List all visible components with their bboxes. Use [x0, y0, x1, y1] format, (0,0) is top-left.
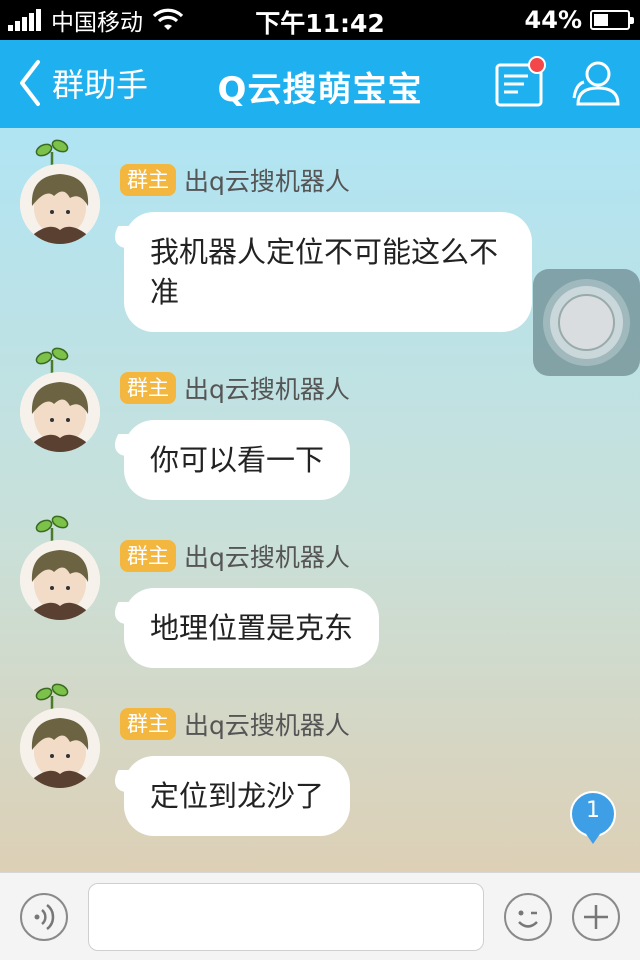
avatar[interactable]: [20, 372, 100, 452]
notification-dot: [528, 56, 546, 74]
emoji-icon: [518, 910, 538, 928]
status-bar: 中国移动 下午11:42 44%: [0, 0, 640, 40]
plus-icon: [584, 905, 608, 929]
unread-count: 1: [586, 798, 600, 823]
sender-name[interactable]: 出q云搜机器人: [184, 538, 350, 574]
status-right: 44%: [524, 6, 634, 34]
avatar-image: [20, 372, 100, 452]
battery-percentage: 44%: [524, 6, 582, 34]
group-members-icon[interactable]: [568, 58, 626, 110]
chat-area[interactable]: 群主 出q云搜机器人 我机器人定位不可能这么不准 群主 出q云搜机器人 你可以看…: [0, 128, 640, 872]
message-meta: 群主 出q云搜机器人: [120, 164, 350, 196]
role-badge: 群主: [120, 540, 176, 572]
message-input[interactable]: [88, 883, 484, 951]
assistive-touch-icon[interactable]: [533, 269, 640, 376]
avatar-image: [20, 164, 100, 244]
avatar-image: [20, 540, 100, 620]
message-meta: 群主 出q云搜机器人: [120, 708, 350, 740]
message-bubble[interactable]: 你可以看一下: [124, 420, 351, 500]
emoji-button[interactable]: [504, 893, 552, 941]
message-meta: 群主 出q云搜机器人: [120, 540, 350, 572]
sender-name[interactable]: 出q云搜机器人: [184, 706, 350, 742]
avatar[interactable]: [20, 164, 100, 244]
message-bubble[interactable]: 我机器人定位不可能这么不准: [124, 212, 532, 332]
sender-name[interactable]: 出q云搜机器人: [184, 162, 350, 198]
input-bar: [0, 872, 640, 960]
nav-bar: 群助手 Q云搜萌宝宝: [0, 40, 640, 128]
voice-button[interactable]: [20, 893, 68, 941]
avatar[interactable]: [20, 540, 100, 620]
battery-fill: [594, 14, 608, 26]
message-bubble[interactable]: 定位到龙沙了: [124, 756, 351, 836]
role-badge: 群主: [120, 372, 176, 404]
role-badge: 群主: [120, 164, 176, 196]
message-bubble[interactable]: 地理位置是克东: [124, 588, 380, 668]
battery-icon: [590, 10, 634, 30]
more-button[interactable]: [572, 893, 620, 941]
message-meta: 群主 出q云搜机器人: [120, 372, 350, 404]
sender-name[interactable]: 出q云搜机器人: [184, 370, 350, 406]
role-badge: 群主: [120, 708, 176, 740]
avatar[interactable]: [20, 708, 100, 788]
unread-count-badge[interactable]: 1: [568, 790, 618, 846]
voice-icon: [34, 904, 55, 930]
avatar-image: [20, 708, 100, 788]
